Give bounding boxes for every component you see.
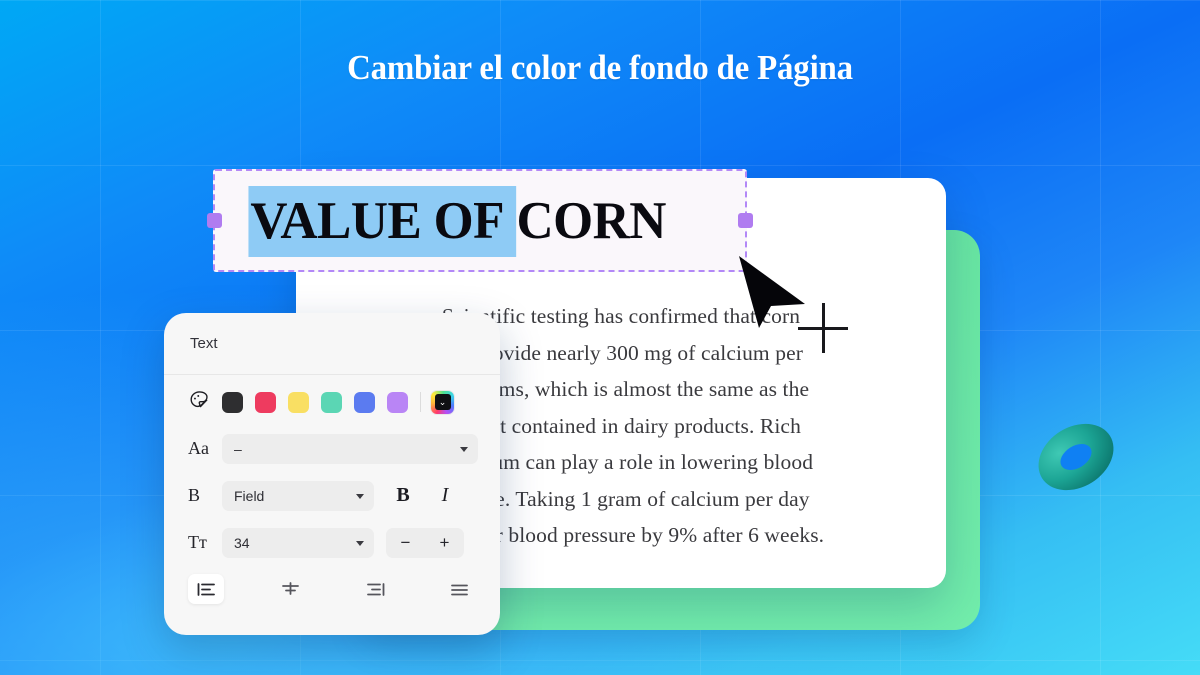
- font-size-stepper[interactable]: − +: [386, 527, 464, 558]
- align-right-button[interactable]: [357, 574, 393, 604]
- paint-palette-icon: [188, 389, 222, 416]
- color-swatch-yellow[interactable]: [288, 391, 309, 413]
- bold-button[interactable]: B: [386, 481, 420, 511]
- heading-selected-run: VALUE OF: [248, 185, 517, 257]
- chevron-down-icon: [356, 540, 364, 546]
- torus-decoration: [1038, 423, 1114, 491]
- font-family-row: Aa –: [164, 425, 500, 472]
- text-format-panel[interactable]: Text ⌄ Aa – B Field B I Tт 34 − +: [164, 313, 500, 635]
- color-swatch-red[interactable]: [255, 391, 276, 413]
- screenshot-stage: Cambiar el color de fondo de Página Scie…: [0, 0, 1200, 675]
- font-style-value: Field: [234, 487, 265, 504]
- alignment-row: [164, 566, 500, 604]
- font-family-label: Aa: [188, 438, 209, 458]
- font-size-label: Tт: [188, 532, 207, 552]
- font-family-value: –: [234, 440, 242, 457]
- font-size-decrease-button[interactable]: −: [401, 534, 411, 551]
- align-center-button[interactable]: [273, 574, 309, 604]
- chevron-down-icon: [356, 493, 364, 499]
- font-size-increase-button[interactable]: +: [440, 534, 450, 551]
- color-swatch-row: ⌄: [164, 375, 500, 425]
- heading-unselected-run: CORN: [516, 191, 666, 250]
- font-family-select[interactable]: –: [222, 433, 478, 464]
- crosshair-marker: [798, 303, 848, 353]
- swatch-divider: [420, 392, 421, 412]
- font-style-label: B: [188, 485, 201, 505]
- custom-color-picker-button[interactable]: ⌄: [431, 390, 454, 414]
- align-justify-button[interactable]: [442, 574, 478, 604]
- color-swatch-blue[interactable]: [354, 391, 375, 413]
- resize-handle-left[interactable]: [207, 213, 222, 228]
- font-size-row: Tт 34 − +: [164, 519, 500, 566]
- resize-handle-right[interactable]: [738, 213, 753, 228]
- color-swatch-purple[interactable]: [387, 391, 408, 413]
- heading-text: VALUE OF CORN: [248, 185, 666, 257]
- panel-header: Text: [164, 313, 500, 375]
- chevron-down-icon: [460, 446, 468, 452]
- color-swatch-black[interactable]: [222, 391, 243, 413]
- chevron-down-icon: ⌄: [434, 394, 451, 410]
- color-swatch-teal[interactable]: [321, 391, 342, 413]
- font-size-select[interactable]: 34: [222, 527, 374, 558]
- font-style-select[interactable]: Field: [222, 480, 374, 511]
- page-title: Cambiar el color de fondo de Página: [347, 48, 853, 87]
- align-left-button[interactable]: [188, 574, 224, 604]
- selected-heading-textbox[interactable]: VALUE OF CORN: [207, 169, 753, 272]
- font-style-row: B Field B I: [164, 472, 500, 519]
- italic-button[interactable]: I: [428, 481, 462, 511]
- font-size-value: 34: [234, 534, 250, 551]
